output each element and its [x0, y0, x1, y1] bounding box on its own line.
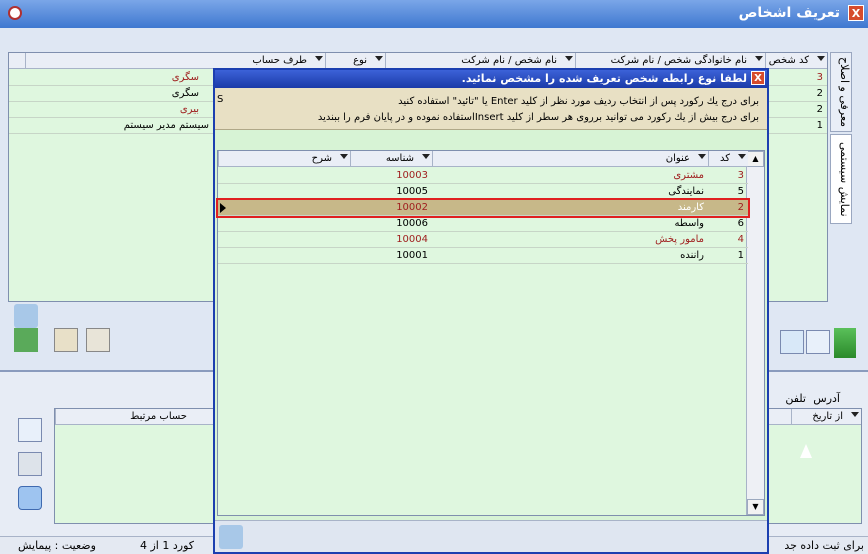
relation-grid-scrollbar[interactable]: ▲ ▼: [746, 151, 764, 515]
col-family-header[interactable]: نام خانوادگی شخص / نام شرکت: [575, 53, 765, 69]
notebook-icon[interactable]: [54, 328, 78, 352]
table-row-selected[interactable]: 2 کارمند 10002: [216, 198, 750, 218]
cell-name: سگری: [171, 88, 199, 99]
cell-name: سیستم مدیر سیستم: [123, 120, 209, 131]
dialog-instructions: برای درج یك ركورد پس از انتخاب ردیف مورد…: [215, 88, 767, 130]
cell-code: 6: [737, 218, 744, 229]
row-pointer-icon: [220, 203, 226, 213]
status-record: كورد 1 از 4: [140, 539, 195, 552]
close-window-button[interactable]: X: [848, 5, 864, 21]
edit-icon[interactable]: [780, 330, 804, 354]
dialog-footer: [215, 520, 767, 552]
tab-phone[interactable]: تلفن: [785, 392, 806, 405]
new-record-icon[interactable]: [18, 418, 42, 442]
cell-code: 1: [737, 250, 744, 261]
status-hint: برای ثبت داده جد: [784, 539, 864, 552]
cell-title: کارمند: [677, 202, 704, 213]
cell-code: 2: [816, 104, 823, 115]
cell-name: سگری: [171, 72, 199, 83]
new-icon[interactable]: [806, 330, 830, 354]
dialog-close-button[interactable]: X: [751, 71, 765, 85]
cell-code: 1: [816, 120, 823, 131]
cell-code: 2: [737, 202, 744, 213]
table-row[interactable]: 6 واسطه 10006: [218, 216, 748, 232]
cell-id: 10002: [396, 202, 428, 213]
dialog-title: لطفا نوع رابطه شخص تعریف شده را مشخص نما…: [461, 72, 747, 85]
cell-code: 2: [816, 88, 823, 99]
cell-title: مامور پخش: [655, 234, 704, 245]
cell-title: راننده: [680, 250, 704, 261]
cell-id: 10003: [396, 170, 428, 181]
cell-id: 10001: [396, 250, 428, 261]
col-from-date-header[interactable]: از تاریخ: [791, 409, 861, 425]
chart-icon[interactable]: [219, 525, 243, 549]
tab-address[interactable]: آدرس: [813, 392, 840, 405]
col-related-account-header: حساب مرتبط: [55, 409, 205, 425]
col-name-header[interactable]: نام شخص / نام شرکت: [385, 53, 575, 69]
col-account-header[interactable]: طرف حساب: [25, 53, 325, 69]
col-code-header[interactable]: کد شخص: [765, 53, 827, 69]
col-code-header[interactable]: کد: [708, 151, 748, 167]
relation-types-grid[interactable]: ▲ ▼ کد عنوان شناسه شرح 3 مشتری 10003 5 ن…: [216, 150, 765, 516]
window-title: تعریف اشخاص: [738, 5, 840, 21]
tab-edit[interactable]: معرفی و اصلاح: [830, 52, 852, 132]
instruction-line-2: برای درج بیش از یك ركورد می توانید برروی…: [317, 112, 759, 123]
exit-icon[interactable]: [14, 328, 38, 352]
cell-code: 4: [737, 234, 744, 245]
cell-code: 3: [816, 72, 823, 83]
cell-title: واسطه: [674, 218, 704, 229]
scroll-down-button[interactable]: ▼: [747, 499, 764, 515]
edit-record-icon[interactable]: [18, 452, 42, 476]
table-row[interactable]: 3 مشتری 10003: [218, 168, 748, 184]
table-row[interactable]: 1 راننده 10001: [218, 248, 748, 264]
cell-id: 10005: [396, 186, 428, 197]
status-mode: وضعیت : پیمایش: [18, 539, 96, 552]
relation-type-dialog[interactable]: X لطفا نوع رابطه شخص تعریف شده را مشخص ن…: [213, 68, 769, 554]
cell-id: 10006: [396, 218, 428, 229]
trash-icon[interactable]: [18, 486, 42, 510]
app-logo-icon: [8, 6, 22, 20]
persons-grid-header: کد شخص نام خانوادگی شخص / نام شرکت نام ش…: [9, 53, 827, 69]
window-titlebar: X تعریف اشخاص: [0, 0, 868, 28]
cell-title: مشتری: [673, 170, 704, 181]
tab-system-view[interactable]: نمایش سیستمی: [830, 134, 852, 224]
sort-arrows-icon[interactable]: [834, 328, 856, 358]
s-label: S: [217, 94, 224, 105]
relation-grid-header: کد عنوان شناسه شرح: [218, 151, 748, 167]
instruction-line-1: برای درج یك ركورد پس از انتخاب ردیف مورد…: [398, 96, 759, 107]
dialog-titlebar: X لطفا نوع رابطه شخص تعریف شده را مشخص ن…: [215, 70, 767, 88]
relation-grid-body: 3 مشتری 10003 5 نمایندگی 10005 2 کارمند …: [216, 168, 750, 513]
cell-name: بیری: [179, 104, 199, 115]
table-row[interactable]: 4 مامور پخش 10004: [218, 232, 748, 248]
chart-icon[interactable]: [14, 304, 38, 328]
cell-id: 10004: [396, 234, 428, 245]
mouse-cursor-icon: [800, 444, 812, 458]
cell-code: 5: [737, 186, 744, 197]
scroll-icon[interactable]: [86, 328, 110, 352]
table-row[interactable]: 5 نمایندگی 10005: [218, 184, 748, 200]
col-id-header[interactable]: شناسه: [350, 151, 432, 167]
col-desc-header[interactable]: شرح: [218, 151, 350, 167]
scroll-up-button[interactable]: ▲: [747, 151, 764, 167]
col-title-header[interactable]: عنوان: [432, 151, 708, 167]
cell-title: نمایندگی: [668, 186, 704, 197]
cell-code: 3: [737, 170, 744, 181]
col-type-header[interactable]: نوع: [325, 53, 385, 69]
